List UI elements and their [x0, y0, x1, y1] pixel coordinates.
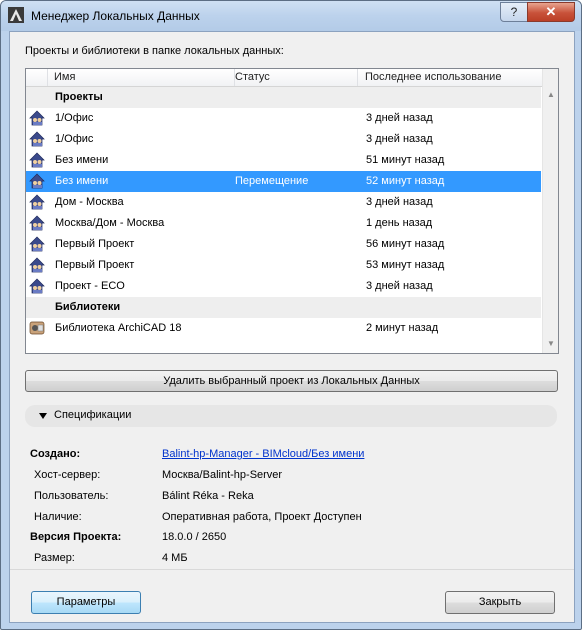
list-item-name: Проект - ECO [55, 280, 125, 292]
list-item-last-used: 51 минут назад [366, 154, 445, 166]
close-button[interactable]: Закрыть [445, 591, 555, 614]
delete-project-button[interactable]: Удалить выбранный проект из Локальных Да… [25, 370, 558, 392]
scroll-down-icon[interactable]: ▼ [543, 336, 558, 352]
list-item[interactable]: Первый Проект 56 минут назад [26, 234, 541, 255]
list-item[interactable]: Без имени Перемещение 52 минут назад [26, 171, 541, 192]
user-label: Пользователь: [34, 490, 109, 502]
list-item-name: Без имени [55, 175, 109, 187]
availability-value: Оперативная работа, Проект Доступен [162, 511, 362, 523]
list-item-name: Библиотеки [55, 301, 121, 313]
teamwork-project-icon [29, 194, 45, 210]
scroll-up-icon[interactable]: ▲ [543, 87, 558, 103]
list-item-last-used: 53 минут назад [366, 259, 445, 271]
header-icon-column[interactable] [26, 69, 48, 86]
teamwork-project-icon [29, 131, 45, 147]
triangle-down-icon[interactable] [39, 413, 47, 419]
header-last-used[interactable]: Последнее использование [365, 69, 541, 86]
help-button[interactable]: ? [500, 2, 528, 22]
window-title: Менеджер Локальных Данных [31, 9, 200, 23]
size-value: 4 МБ [162, 552, 188, 564]
title-bar[interactable]: Менеджер Локальных Данных ? ✕ [1, 1, 581, 31]
created-label: Создано: [30, 448, 81, 460]
user-value: Bálint Réka - Reka [162, 490, 254, 502]
list-item-last-used: 1 день назад [366, 217, 433, 229]
version-label: Версия Проекта: [30, 531, 122, 543]
list-item-last-used: 56 минут назад [366, 238, 445, 250]
host-value: Москва/Balint-hp-Server [162, 469, 283, 481]
size-label: Размер: [34, 552, 75, 564]
list-item[interactable]: 1/Офис 3 дней назад [26, 129, 541, 150]
list-item-name: Проекты [55, 91, 103, 103]
list-item[interactable]: Первый Проект 53 минут назад [26, 255, 541, 276]
list-item-status: Перемещение [235, 175, 309, 187]
list-item-last-used: 3 дней назад [366, 196, 433, 208]
header-status[interactable]: Статус [235, 69, 358, 86]
list-item-name: Первый Проект [55, 259, 135, 271]
teamwork-project-icon [29, 257, 45, 273]
vertical-scrollbar[interactable]: ▲ ▼ [542, 69, 558, 353]
list-item[interactable]: 1/Офис 3 дней назад [26, 108, 541, 129]
list-item-name: Библиотека ArchiCAD 18 [55, 322, 182, 334]
footer-divider [10, 569, 574, 570]
created-link[interactable]: Balint-hp-Manager - BIMcloud/Без имени [162, 446, 364, 462]
teamwork-project-icon [29, 173, 45, 189]
teamwork-project-icon [29, 110, 45, 126]
specifications-bar[interactable]: Спецификации [25, 405, 557, 427]
dialog-window: Менеджер Локальных Данных ? ✕ Проекты и … [0, 0, 582, 630]
archicad-icon [8, 7, 24, 23]
settings-button[interactable]: Параметры [31, 591, 141, 614]
list-item-last-used: 3 дней назад [366, 280, 433, 292]
list-item[interactable]: Библиотека ArchiCAD 18 2 минут назад [26, 318, 541, 339]
list-item-name: Без имени [55, 154, 109, 166]
intro-label: Проекты и библиотеки в папке локальных д… [25, 45, 284, 57]
teamwork-project-icon [29, 152, 45, 168]
list-item-name: Москва/Дом - Москва [55, 217, 165, 229]
list-item-last-used: 3 дней назад [366, 112, 433, 124]
list-item-last-used: 3 дней назад [366, 133, 433, 145]
teamwork-project-icon [29, 236, 45, 252]
teamwork-project-icon [29, 215, 45, 231]
list-item-name: 1/Офис [55, 133, 94, 145]
teamwork-project-icon [29, 278, 45, 294]
list-item[interactable]: Москва/Дом - Москва 1 день назад [26, 213, 541, 234]
list-item-name: Дом - Москва [55, 196, 124, 208]
list-item-last-used: 2 минут назад [366, 322, 439, 334]
list-item-last-used: 52 минут назад [366, 175, 445, 187]
list-item[interactable]: Проект - ECO 3 дней назад [26, 276, 541, 297]
list-header: Имя Статус Последнее использование [26, 69, 542, 87]
list-item-name: Первый Проект [55, 238, 135, 250]
availability-label: Наличие: [34, 511, 82, 523]
list-group-header[interactable]: Библиотеки [26, 297, 541, 318]
list-item-name: 1/Офис [55, 112, 94, 124]
list-group-header[interactable]: Проекты [26, 87, 541, 108]
close-window-button[interactable]: ✕ [527, 2, 575, 22]
host-label: Хост-сервер: [34, 469, 101, 481]
local-data-list[interactable]: Имя Статус Последнее использование Проек… [25, 68, 559, 354]
list-item[interactable]: Дом - Москва 3 дней назад [26, 192, 541, 213]
version-value: 18.0.0 / 2650 [162, 531, 227, 543]
library-icon [29, 321, 45, 335]
list-item[interactable]: Без имени 51 минут назад [26, 150, 541, 171]
header-name[interactable]: Имя [48, 69, 235, 86]
dialog-body: Проекты и библиотеки в папке локальных д… [9, 31, 575, 623]
specifications-label[interactable]: Спецификации [54, 409, 131, 421]
